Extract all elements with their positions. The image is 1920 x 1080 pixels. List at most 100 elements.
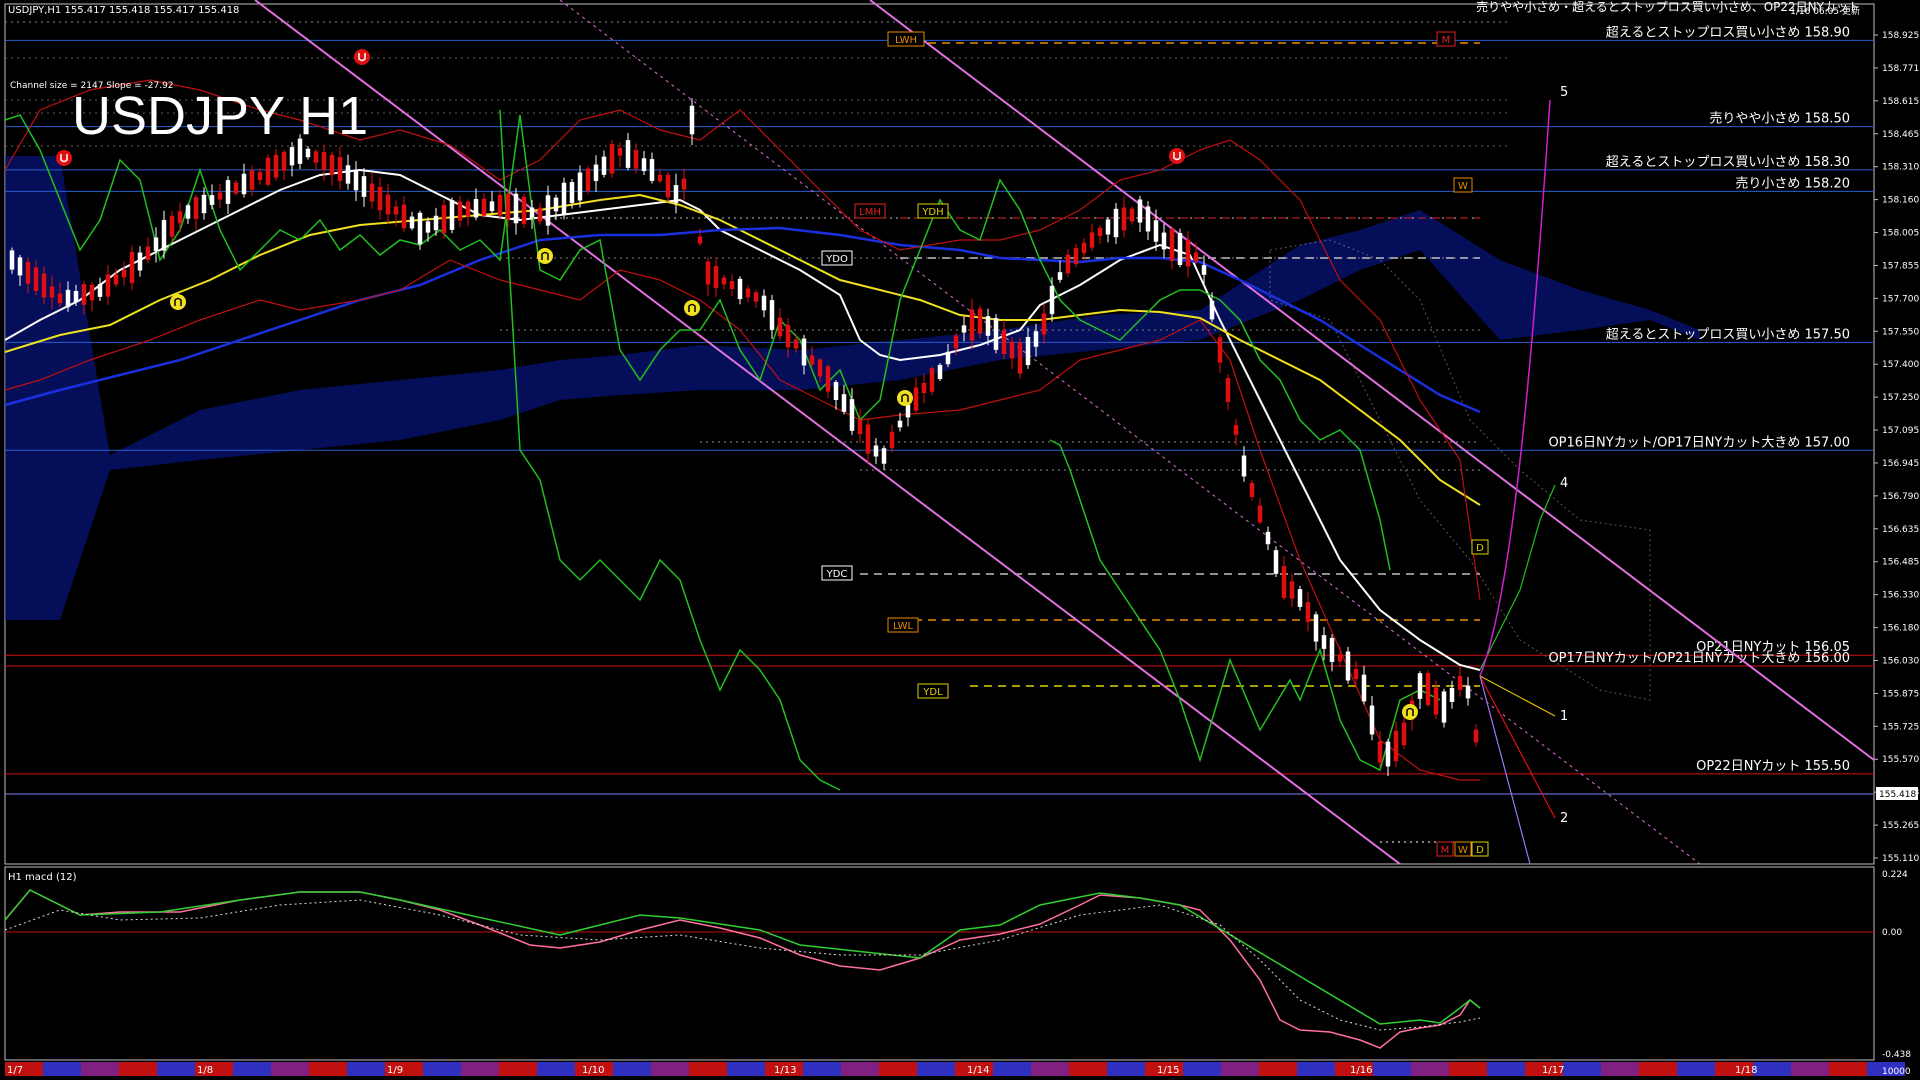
ichimoku-cloud: [5, 156, 1700, 620]
price-tick: 157.400: [1882, 360, 1919, 370]
price-tick: 155.110: [1882, 854, 1919, 864]
date-label: 1/10: [582, 1065, 604, 1076]
candle-body: [1457, 676, 1463, 690]
candle-body: [601, 156, 607, 175]
candle-body: [1185, 239, 1191, 267]
session-bar: [423, 1062, 461, 1076]
candle-body: [25, 261, 31, 284]
price-tick: 155.875: [1882, 689, 1919, 699]
macd-title: H1 macd (12): [8, 872, 77, 883]
price-tick: 157.250: [1882, 393, 1919, 403]
candle-body: [721, 277, 727, 285]
candle-body: [129, 251, 135, 284]
candle-body: [153, 237, 159, 252]
chikou-span-3: [1049, 439, 1441, 772]
price-tick: 156.790: [1882, 492, 1919, 502]
candle-body: [905, 404, 911, 418]
candle-body: [89, 284, 95, 301]
session-bar: [1411, 1062, 1449, 1076]
candle-body: [953, 335, 959, 349]
tag-text: D: [1476, 845, 1484, 856]
candle-body: [969, 309, 975, 341]
candle-body: [985, 316, 991, 336]
candle-body: [1433, 687, 1439, 715]
session-bar: [1753, 1062, 1791, 1076]
candle-body: [1329, 637, 1335, 663]
tag-5: W: [1453, 177, 1473, 193]
candle-body: [1393, 730, 1399, 762]
session-bar: [727, 1062, 765, 1076]
tag-text: YDO: [825, 254, 848, 265]
level-tags: LWH MLMH YDHYDOWYDCLWLYDLDM W D: [821, 31, 1489, 857]
candle-body: [585, 168, 591, 191]
candle-body: [993, 318, 999, 350]
candle-body: [9, 250, 15, 270]
macd-tick: -0.438: [1882, 1050, 1911, 1060]
candle-body: [313, 151, 319, 163]
candle-body: [1361, 674, 1367, 702]
candle-body: [345, 165, 351, 184]
candle-body: [217, 192, 223, 200]
candle-body: [897, 420, 903, 428]
candle-body: [681, 178, 687, 190]
chart-window[interactable]: 超えるとストップロス買い小さめ 158.90 売りやや小さめ 158.50 超えると…: [0, 0, 1920, 1080]
candle-body: [137, 252, 143, 271]
level-label: 超えるとストップロス買い小さめ 158.30: [1606, 155, 1850, 170]
candle-body: [729, 281, 735, 289]
price-tick: 156.945: [1882, 459, 1919, 469]
sell-signal-icon: [354, 49, 370, 65]
tag-8: YDL: [917, 683, 949, 699]
candle-body: [1353, 668, 1359, 680]
candle-body: [1369, 705, 1375, 735]
tag-text: LWH: [895, 35, 917, 46]
tag-text: YDL: [922, 687, 943, 698]
candle-body: [513, 193, 519, 224]
candle-body: [921, 383, 927, 393]
sell-signal-icon: [56, 150, 72, 166]
candle-body: [881, 448, 887, 464]
session-bar: [81, 1062, 119, 1076]
macd-tick: 0.224: [1882, 870, 1908, 880]
candle-body: [657, 174, 663, 182]
session-bar: [613, 1062, 651, 1076]
session-bar: [499, 1062, 537, 1076]
candle-body: [1337, 654, 1343, 662]
candle-body: [769, 300, 775, 330]
session-bar: [1297, 1062, 1335, 1076]
candle-body: [433, 215, 439, 231]
candle-body: [865, 424, 871, 454]
session-bar: [879, 1062, 917, 1076]
tag-2: LMH: [854, 203, 886, 219]
candle-body: [1217, 337, 1223, 363]
candle-body: [929, 368, 935, 392]
price-tick: 156.030: [1882, 656, 1919, 666]
candle-body: [401, 204, 407, 229]
date-label: 1/16: [1350, 1065, 1372, 1076]
candle-body: [369, 183, 375, 202]
candle-body: [209, 195, 215, 205]
candle-body: [241, 173, 247, 195]
session-bar: [841, 1062, 879, 1076]
candle-body: [113, 274, 119, 285]
candle-body: [1345, 651, 1351, 681]
date-label: 1/18: [1735, 1065, 1757, 1076]
candle-body: [81, 284, 87, 305]
candle-body: [1017, 342, 1023, 374]
price-chart-canvas[interactable]: 超えるとストップロス買い小さめ 158.90 売りやや小さめ 158.50 超えると…: [0, 0, 1920, 1080]
wave-label: 5: [1560, 85, 1568, 100]
candle-body: [1065, 254, 1071, 274]
candle-body: [1161, 232, 1167, 250]
buy-signal-icon: [537, 248, 553, 264]
macd-signal-line: [4, 899, 1481, 1031]
session-bar: [1183, 1062, 1221, 1076]
candle-body: [385, 194, 391, 215]
session-bar: [1449, 1062, 1487, 1076]
candle-body: [777, 317, 783, 337]
session-bar: [1829, 1062, 1867, 1076]
price-tick: 157.095: [1882, 426, 1919, 436]
candle-body: [673, 185, 679, 203]
candle-body: [105, 274, 111, 297]
candle-body: [1049, 285, 1055, 315]
session-bar: [309, 1062, 347, 1076]
macd-window[interactable]: H1 macd (12) 0.224 0.00 -0.438: [5, 870, 1911, 1060]
